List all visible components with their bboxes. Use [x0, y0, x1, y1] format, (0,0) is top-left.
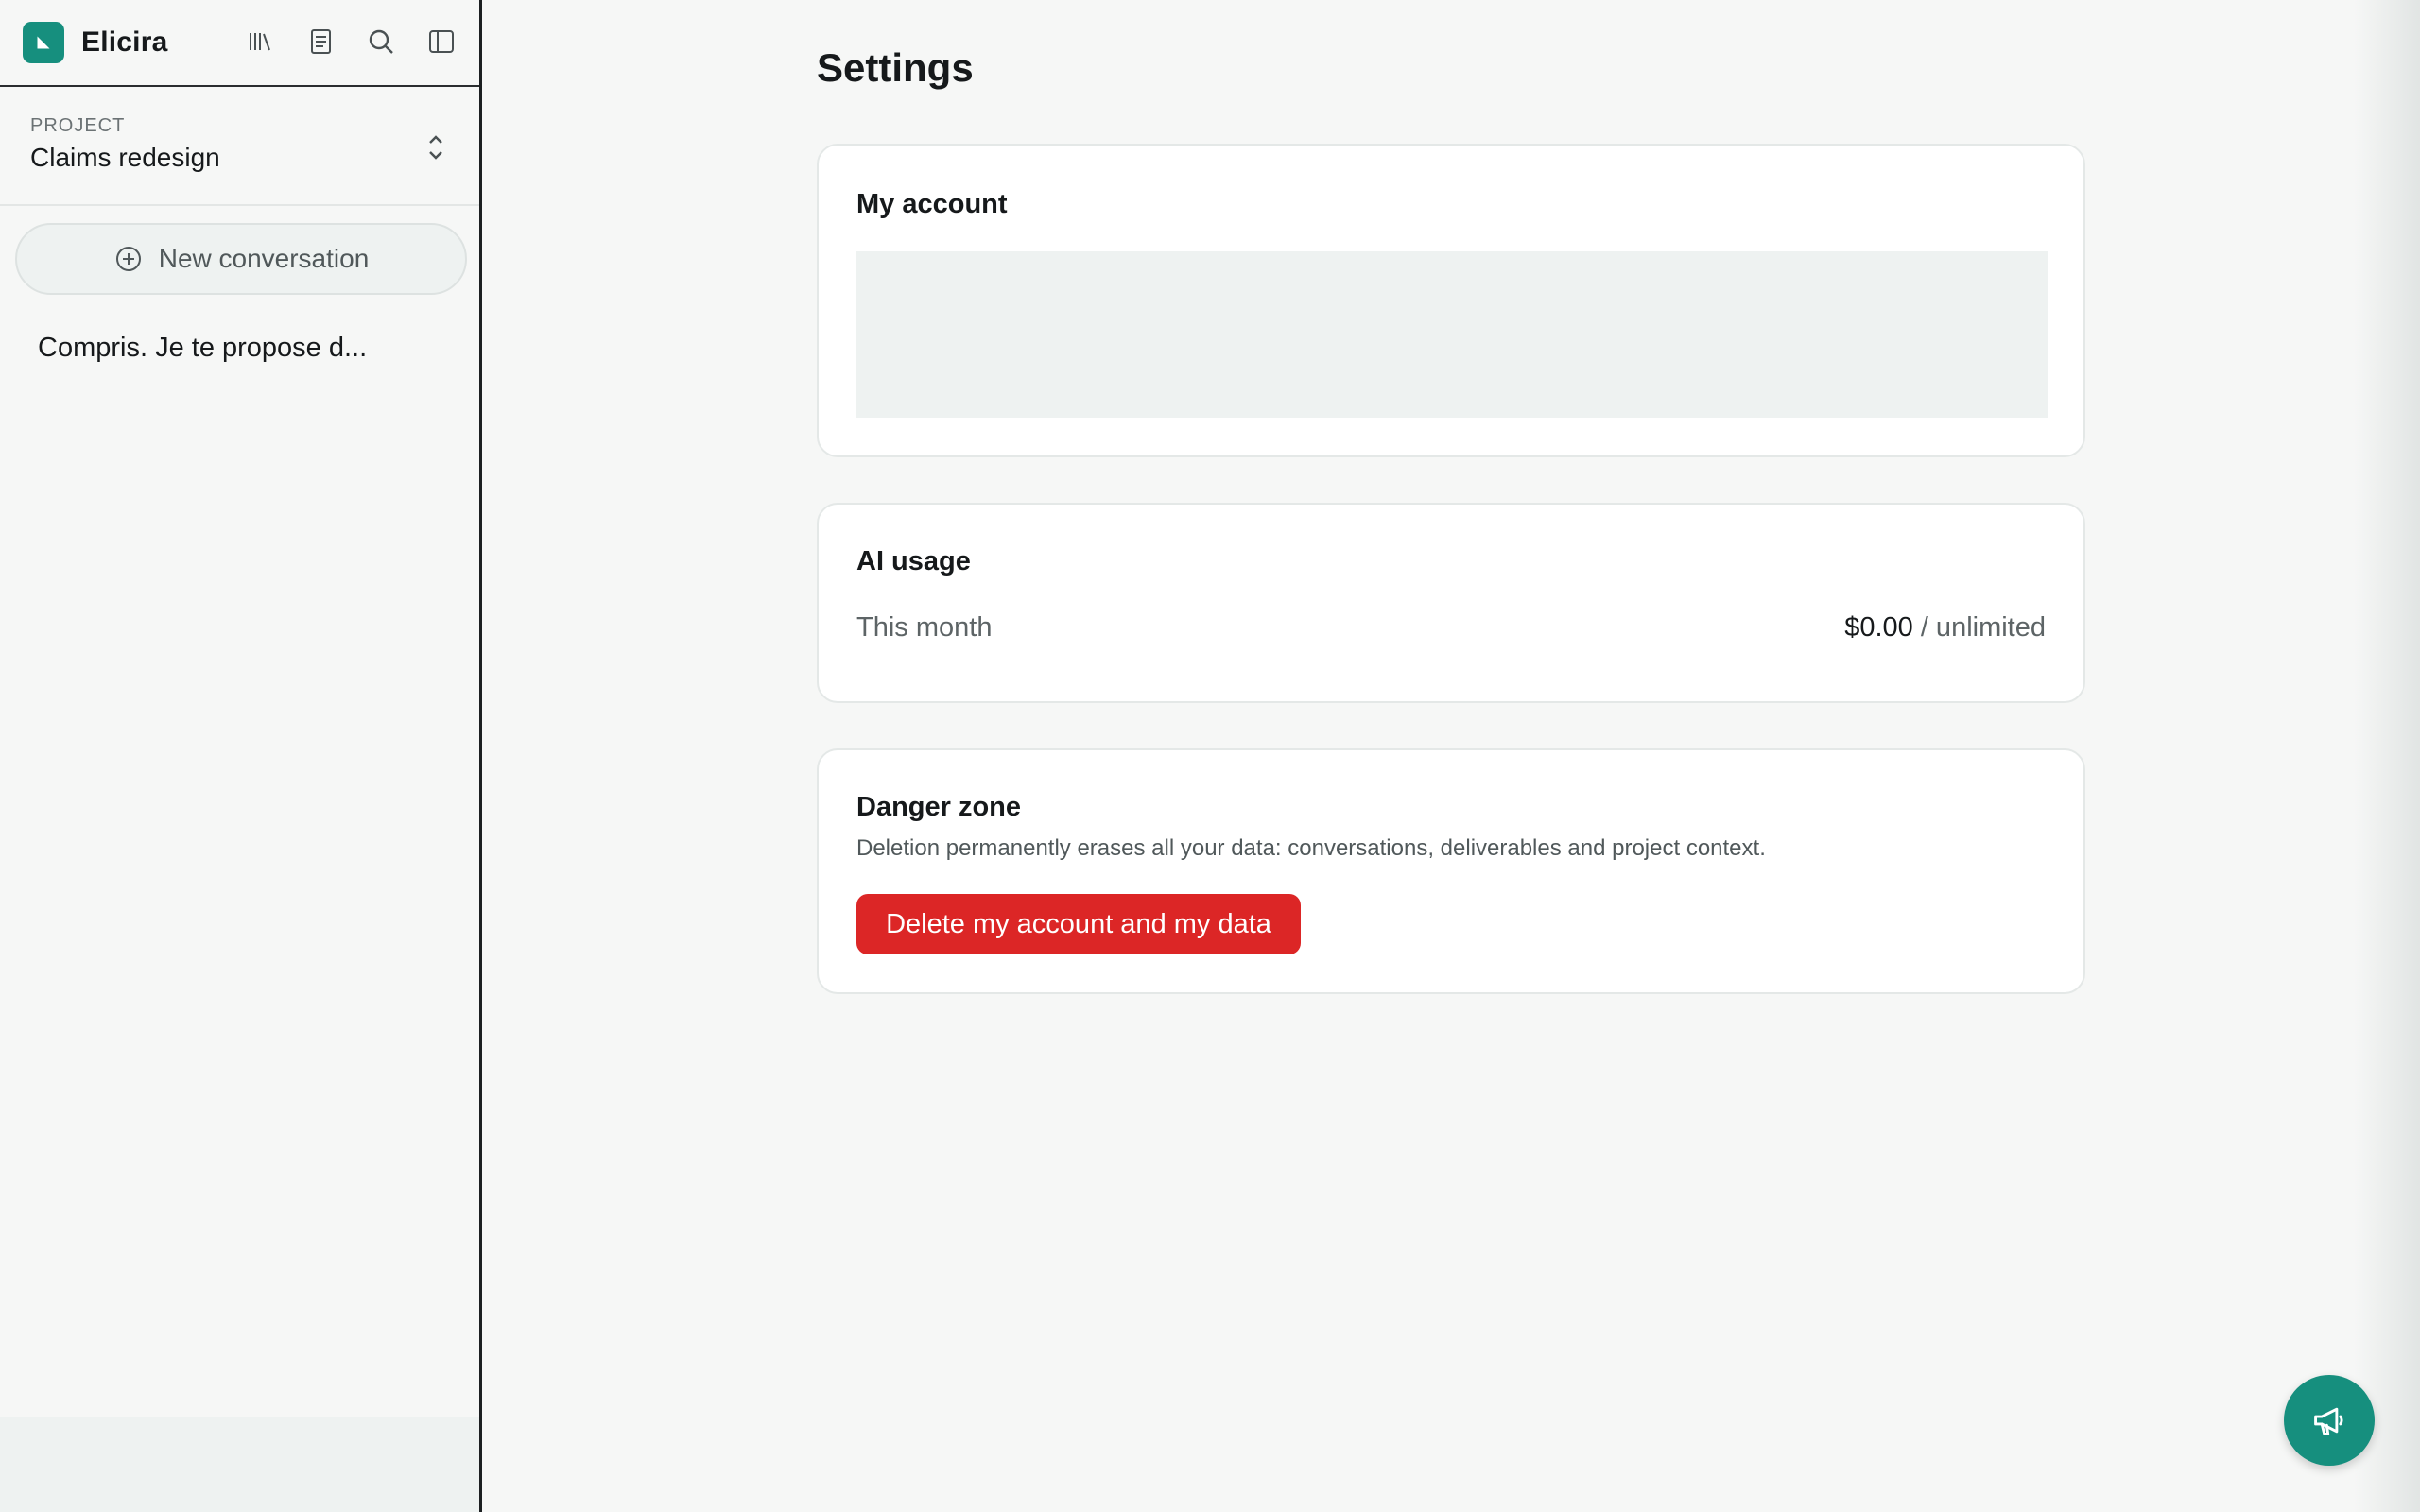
sidebar-footer — [0, 1418, 479, 1512]
project-label: PROJECT — [30, 115, 126, 136]
page-title: Settings — [817, 45, 974, 90]
app-logo[interactable] — [23, 22, 64, 63]
my-account-card: My account — [817, 144, 2085, 457]
ai-usage-title: AI usage — [856, 546, 971, 576]
delete-account-button[interactable]: Delete my account and my data — [856, 894, 1301, 954]
new-conversation-label: New conversation — [158, 244, 370, 273]
app-name: Elicira — [81, 26, 168, 58]
usage-value: $0.00 / unlimited — [1844, 612, 2046, 644]
chevron-up-down-icon — [429, 135, 442, 160]
my-account-title: My account — [856, 189, 1008, 219]
conversation-item[interactable]: Compris. Je te propose d... — [38, 333, 367, 364]
megaphone-icon — [2314, 1407, 2343, 1435]
account-loading-placeholder — [856, 251, 2048, 418]
usage-amount: $0.00 — [1844, 612, 1913, 643]
project-selector[interactable]: PROJECT Claims redesign — [0, 87, 479, 206]
search-icon[interactable] — [364, 25, 398, 59]
announcements-button[interactable] — [2284, 1375, 2375, 1466]
plus-circle-icon — [115, 247, 141, 271]
notebook-icon[interactable] — [303, 25, 337, 59]
danger-zone-title: Danger zone — [856, 792, 1022, 822]
usage-limit: / unlimited — [1912, 612, 2046, 643]
usage-period-label: This month — [856, 612, 993, 643]
sidebar-header: Elicira — [0, 0, 479, 87]
edge-shadow — [2354, 0, 2420, 1512]
library-icon[interactable] — [243, 25, 277, 59]
new-conversation-button[interactable]: New conversation — [15, 223, 467, 295]
topbar-icons — [243, 25, 458, 59]
danger-zone-description: Deletion permanently erases all your dat… — [856, 835, 1766, 861]
danger-zone-card: Danger zone Deletion permanently erases … — [817, 748, 2085, 994]
ai-usage-card: AI usage This month $0.00 / unlimited — [817, 503, 2085, 703]
sidebar-toggle-icon[interactable] — [424, 25, 458, 59]
sidebar: Elicira PROJECT Claims redesign New conv… — [0, 0, 482, 1512]
project-name: Claims redesign — [30, 143, 220, 172]
